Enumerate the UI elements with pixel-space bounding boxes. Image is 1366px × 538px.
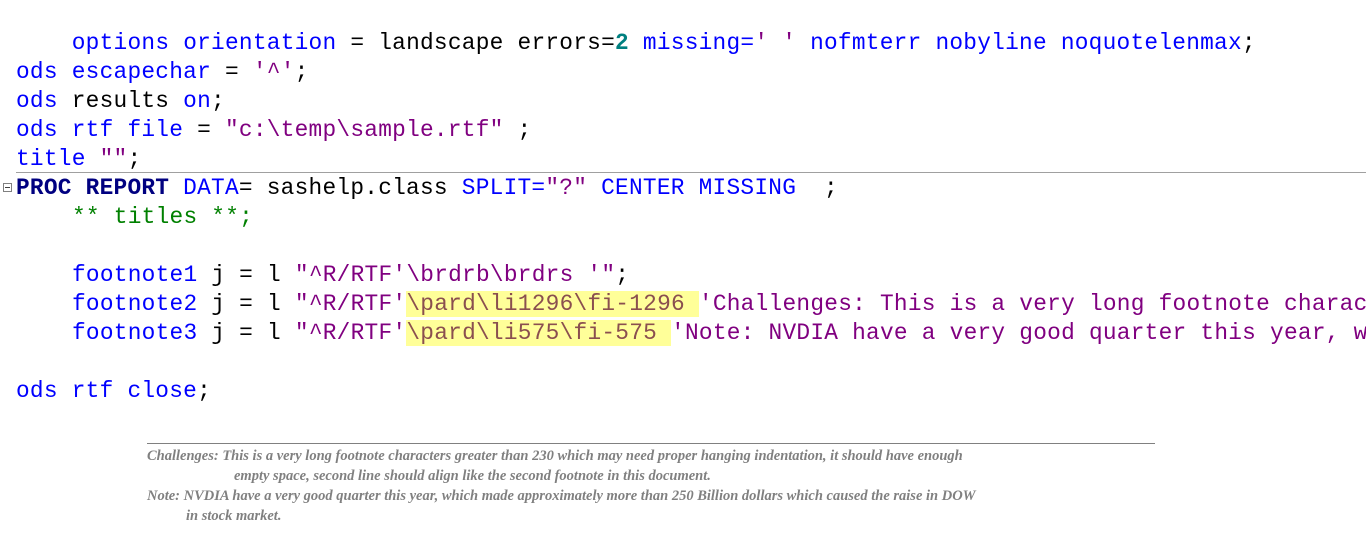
footnote2-line1: Challenges: This is a very long footnote… <box>147 448 963 464</box>
string-literal: "^R/RTF' <box>294 291 407 317</box>
code-text: j = l <box>197 320 295 346</box>
code-line-rtf-file[interactable]: ods rtf file = "c:\temp\sample.rtf" ; <box>16 116 531 145</box>
keyword: ods rtf close <box>16 378 198 404</box>
code-text: = landscape errors= <box>336 30 616 56</box>
keyword: missing= <box>628 30 755 56</box>
code-line-comment[interactable]: ** titles **; <box>72 203 253 232</box>
keyword: DATA <box>169 175 239 201</box>
code-text: j = l <box>197 262 295 288</box>
section-divider <box>16 172 1366 173</box>
semicolon: ; <box>796 175 838 201</box>
keyword: on <box>183 88 212 114</box>
string-literal: 'Challenges: This is a very long footnot… <box>698 291 1366 317</box>
footnote3-line1: Note: NVDIA have a very good quarter thi… <box>147 488 976 504</box>
string-literal: ' ' <box>754 30 797 56</box>
semicolon: ; <box>197 378 212 404</box>
code-line-results[interactable]: ods results on; <box>16 87 225 116</box>
code-line-title[interactable]: title ""; <box>16 145 141 174</box>
keyword: orientation <box>183 30 337 56</box>
code-line-footnote2[interactable]: footnote2 j = l "^R/RTF'\pard\li1296\fi-… <box>72 290 1366 319</box>
string-literal: 'Note: NVDIA have a very good quarter th… <box>671 320 1366 346</box>
keyword: footnote2 <box>72 291 198 317</box>
keyword: title <box>16 146 86 172</box>
keyword: options <box>71 30 170 56</box>
footnote3-line2: in stock market. <box>186 508 282 524</box>
string-literal: "?" <box>545 175 588 201</box>
keyword: CENTER MISSING <box>587 175 797 201</box>
code-line-footnote3[interactable]: footnote3 j = l "^R/RTF'\pard\li575\fi-5… <box>72 319 1366 348</box>
semicolon: ; <box>615 262 630 288</box>
semicolon: ; <box>294 59 309 85</box>
code-text: = <box>211 59 253 85</box>
code-text: = sashelp.class <box>238 175 462 201</box>
comment: ** titles **; <box>72 204 254 230</box>
highlighted-text: \pard\li575\fi-575 <box>406 320 672 346</box>
code-line-footnote1[interactable]: footnote1 j = l "^R/RTF'\brdrb\brdrs '"; <box>72 261 629 290</box>
code-text: j = l <box>197 291 295 317</box>
keyword: ods escapechar <box>16 59 212 85</box>
footnote2-line2: empty space, second line should align li… <box>234 468 711 484</box>
code-line-options[interactable]: options orientation = landscape errors=2… <box>16 0 1256 56</box>
keyword: ods rtf file <box>16 117 184 143</box>
code-text: = <box>183 117 225 143</box>
code-line-rtf-close[interactable]: ods rtf close; <box>16 377 211 406</box>
code-editor[interactable]: options orientation = landscape errors=2… <box>0 0 1366 420</box>
keyword: footnote3 <box>72 320 198 346</box>
code-line-escapechar[interactable]: ods escapechar = '^'; <box>16 58 309 87</box>
keyword: nofmterr nobyline noquotelenmax <box>796 30 1242 56</box>
string-literal: "c:\temp\sample.rtf" <box>224 117 504 143</box>
semicolon: ; <box>127 146 142 172</box>
semicolon: ; <box>211 88 225 114</box>
rtf-output-preview: Challenges: This is a very long footnote… <box>147 443 1155 526</box>
number-literal: 2 <box>615 30 629 56</box>
highlighted-text: \pard\li1296\fi-1296 <box>406 291 699 317</box>
keyword: ods <box>16 88 58 114</box>
keyword: SPLIT= <box>461 175 546 201</box>
collapse-icon[interactable] <box>3 183 12 192</box>
semicolon: ; <box>1241 30 1256 56</box>
semicolon: ; <box>503 117 532 143</box>
string-literal: "^R/RTF'\brdrb\brdrs '" <box>294 262 616 288</box>
code-line-proc-report[interactable]: PROC REPORT DATA= sashelp.class SPLIT="?… <box>16 174 838 203</box>
code-text: results <box>57 88 184 114</box>
string-literal: '^' <box>252 59 295 85</box>
proc-keyword: PROC REPORT <box>16 175 170 201</box>
string-literal: "" <box>85 146 128 172</box>
keyword: footnote1 <box>72 262 198 288</box>
string-literal: "^R/RTF' <box>294 320 407 346</box>
